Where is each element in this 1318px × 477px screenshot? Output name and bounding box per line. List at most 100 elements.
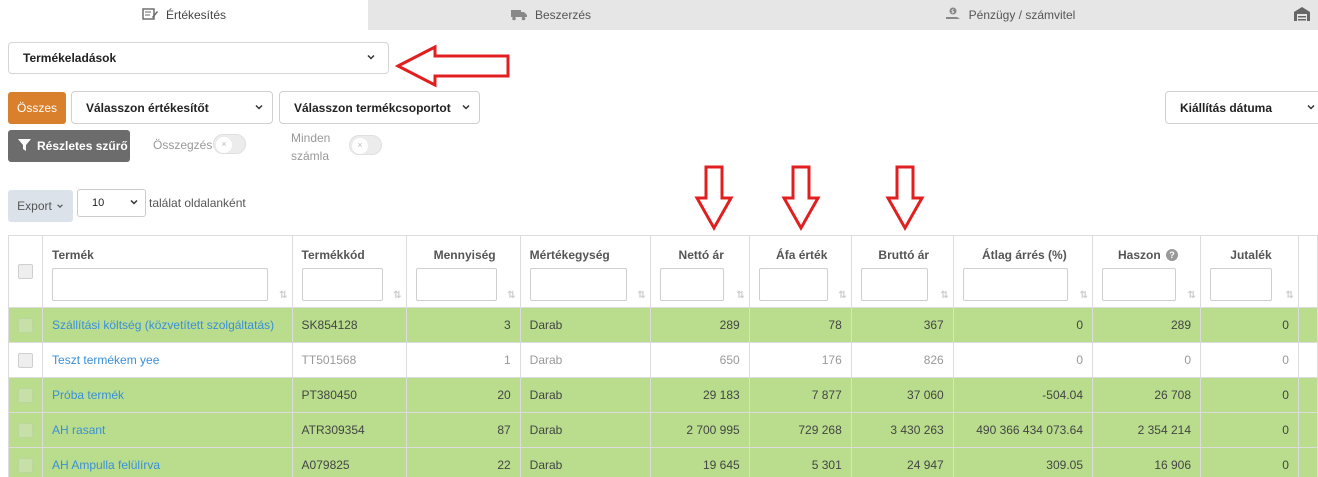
gross-price: 3 430 263 (850, 412, 954, 448)
avg-margin: 0 (952, 342, 1094, 378)
column-header-mertekegyseg[interactable]: Mértékegység ⇅ (519, 235, 651, 308)
report-type-value: Termékeladások (23, 51, 117, 65)
truck-icon (510, 7, 527, 24)
row-checkbox-cell (7, 377, 44, 413)
column-header-haszon[interactable]: Haszon ? ⇅ (1091, 235, 1202, 308)
column-header-jutalek[interactable]: Jutalék ⇅ (1200, 235, 1299, 308)
per-page-select[interactable]: 10 (77, 189, 146, 217)
sort-icon[interactable]: ⇅ (736, 290, 744, 301)
export-button[interactable]: Export (8, 190, 73, 222)
profit: 0 (1091, 342, 1202, 378)
detailed-filter-button[interactable]: Részletes szűrő (8, 130, 130, 162)
table-row: Teszt termékem yee TT501568 1 Darab 650 … (7, 342, 1318, 378)
product-group-select[interactable]: Válasszon termékcsoportot (279, 91, 480, 124)
product-name-link[interactable]: AH Ampulla felülírva (42, 447, 293, 477)
filter-input-mennyiseg[interactable] (415, 268, 497, 301)
column-header-brutto-ar[interactable]: Bruttó ár ⇅ (850, 235, 954, 308)
row-checkbox[interactable] (18, 317, 33, 333)
overflow-cell (1297, 447, 1318, 477)
all-invoices-toggle[interactable]: × (349, 135, 382, 155)
sort-icon[interactable]: ⇅ (1286, 290, 1294, 301)
sort-icon[interactable]: ⇅ (393, 290, 401, 301)
sort-icon[interactable]: ⇅ (507, 290, 515, 301)
column-label: Haszon ? (1102, 248, 1194, 266)
product-name-link[interactable]: AH rasant (42, 412, 293, 448)
gross-price: 37 060 (850, 377, 954, 413)
table-row: AH Ampulla felülírva A079825 22 Darab 19… (7, 447, 1318, 477)
summary-toggle-label: Összegzés (153, 138, 213, 152)
column-header-netto-ar[interactable]: Nettó ár ⇅ (649, 235, 750, 308)
money-hand-icon: $ (945, 7, 961, 24)
column-header-mennyiseg[interactable]: Mennyiség ⇅ (405, 235, 521, 308)
quantity: 87 (405, 412, 521, 448)
tab-penzugy[interactable]: $ Pénzügy / számvitel (734, 0, 1286, 30)
sort-icon[interactable]: ⇅ (1080, 290, 1088, 301)
sort-icon[interactable]: ⇅ (838, 290, 846, 301)
pencil-paper-icon (142, 7, 158, 24)
filter-input-afa-ertek[interactable] (758, 268, 828, 301)
avg-margin: 490 366 434 073.64 (952, 412, 1094, 448)
chevron-down-icon (254, 101, 264, 115)
vat-value: 729 268 (748, 412, 852, 448)
seller-select-label: Válasszon értékesítőt (86, 100, 209, 115)
net-price: 2 700 995 (649, 412, 750, 448)
issue-date-select[interactable]: Kiállítás dátuma (1165, 91, 1318, 124)
product-name-link[interactable]: Próba termék (42, 377, 293, 413)
sort-icon[interactable]: ⇅ (1188, 290, 1196, 301)
filter-input-brutto-ar[interactable] (860, 268, 928, 301)
gross-price: 826 (850, 342, 954, 378)
column-label: Mennyiség (433, 248, 496, 262)
column-header-afa-ertek[interactable]: Áfa érték ⇅ (748, 235, 852, 308)
annotation-arrow-down-icon (694, 165, 734, 232)
row-checkbox[interactable] (18, 387, 33, 403)
row-checkbox[interactable] (18, 352, 33, 368)
all-invoices-label-line1: Minden (291, 131, 331, 145)
column-label: Bruttó ár (878, 248, 930, 262)
tab-label: Pénzügy / számvitel (968, 8, 1076, 22)
issue-date-label: Kiállítás dátuma (1180, 100, 1273, 115)
seller-select[interactable]: Válasszon értékesítőt (71, 91, 273, 124)
unit: Darab (519, 377, 651, 413)
report-type-select[interactable]: Termékeladások (8, 42, 389, 74)
product-name-link[interactable]: Teszt termékem yee (42, 342, 293, 378)
sort-icon[interactable]: ⇅ (637, 290, 645, 301)
annotation-arrow-down-icon (885, 165, 925, 232)
tab-beszerzes[interactable]: Beszerzés (368, 0, 734, 30)
vat-value: 5 301 (748, 447, 852, 477)
commission: 0 (1200, 377, 1299, 413)
product-name-link[interactable]: Szállítási költség (közvetített szolgált… (42, 307, 293, 343)
funnel-icon (18, 138, 31, 154)
quantity: 20 (405, 377, 521, 413)
chevron-down-icon (461, 101, 471, 115)
row-checkbox[interactable] (18, 422, 33, 438)
detailed-filter-label: Részletes szűrő (37, 139, 128, 153)
commission: 0 (1200, 342, 1299, 378)
summary-toggle[interactable]: × (213, 134, 246, 154)
unit: Darab (519, 307, 651, 343)
tab-raktar[interactable] (1286, 0, 1318, 30)
unit: Darab (519, 412, 651, 448)
all-button[interactable]: Összes (8, 92, 66, 124)
info-icon[interactable]: ? (1166, 249, 1179, 261)
overflow-cell (1297, 342, 1318, 378)
sort-icon[interactable]: ⇅ (279, 290, 287, 301)
table-row: Próba termék PT380450 20 Darab 29 183 7 … (7, 377, 1318, 413)
tab-ertekesites[interactable]: Értékesítés (0, 0, 368, 30)
sort-icon[interactable]: ⇅ (940, 290, 948, 301)
annotation-arrow-left-icon (395, 44, 510, 88)
profit: 16 906 (1091, 447, 1202, 477)
filter-input-termek[interactable] (52, 268, 269, 301)
filter-input-netto-ar[interactable] (659, 268, 724, 301)
row-checkbox[interactable] (18, 457, 33, 473)
chevron-down-icon (129, 197, 139, 210)
export-label: Export (17, 199, 52, 213)
filter-input-atlag-arres[interactable] (962, 268, 1068, 301)
filter-input-jutalek[interactable] (1210, 268, 1273, 301)
select-all-checkbox[interactable] (18, 264, 33, 280)
column-header-atlag-arres[interactable]: Átlag árrés (%) ⇅ (952, 235, 1094, 308)
filter-input-termekkod[interactable] (301, 268, 383, 301)
column-header-termek[interactable]: Termék ⇅ (42, 235, 293, 308)
filter-input-mertekegyseg[interactable] (529, 268, 627, 301)
column-header-termekkod[interactable]: Termékkód ⇅ (291, 235, 407, 308)
filter-input-haszon[interactable] (1102, 268, 1176, 301)
